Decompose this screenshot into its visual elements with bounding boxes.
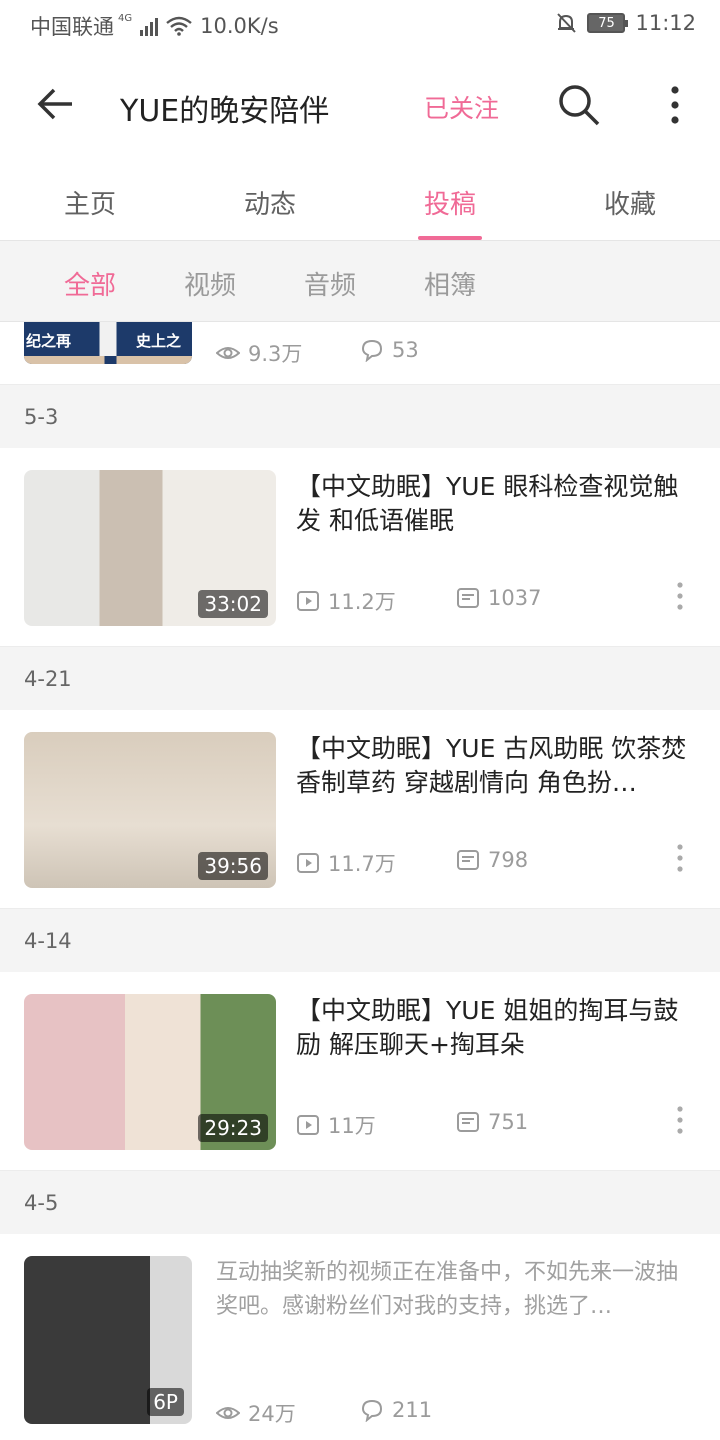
wifi-icon (166, 16, 192, 36)
mute-bell-icon (557, 13, 577, 33)
comment-icon (361, 1399, 383, 1422)
video-thumbnail[interactable]: 39:56 (24, 732, 276, 888)
view-count: 24万 (216, 1398, 296, 1428)
image-count-badge: 6P (147, 1388, 184, 1416)
video-title[interactable]: 【中文助眠】YUE 姐姐的掏耳与鼓励 解压聊天+掏耳朵 (296, 994, 696, 1062)
video-duration: 33:02 (198, 590, 268, 618)
danmaku-icon (457, 1112, 479, 1132)
danmaku-count: 751 (456, 1110, 528, 1134)
album-card[interactable]: 6P 互动抽奖新的视频正在准备中，不如先来一波抽奖吧。感谢粉丝们对我的支持，挑选… (0, 1234, 720, 1440)
filter-video[interactable]: 视频 (184, 265, 236, 302)
profile-tabs: 主页 动态 投稿 收藏 (0, 160, 720, 240)
album-description[interactable]: 互动抽奖新的视频正在准备中，不如先来一波抽奖吧。感谢粉丝们对我的支持，挑选了… (216, 1256, 686, 1324)
view-count: 9.3万 (216, 338, 302, 368)
more-options-icon[interactable] (668, 580, 692, 612)
video-duration: 29:23 (198, 1114, 268, 1142)
tab-home[interactable]: 主页 (30, 184, 150, 221)
danmaku-count: 798 (456, 848, 528, 872)
date-header: 4-14 (0, 908, 720, 972)
status-bar: 中国联通 4G 10.0K/s 75 11:12 (0, 0, 720, 52)
video-duration: 39:56 (198, 852, 268, 880)
play-count: 11.7万 (296, 848, 396, 878)
more-options-icon[interactable] (668, 842, 692, 874)
clock: 11:12 (635, 11, 696, 35)
tab-favorites[interactable]: 收藏 (570, 184, 690, 221)
more-options-icon[interactable] (668, 1104, 692, 1136)
search-icon[interactable] (556, 82, 602, 128)
more-vertical-icon[interactable] (660, 82, 690, 128)
network-speed: 10.0K/s (200, 14, 279, 38)
video-title[interactable]: 【中文助眠】YUE 眼科检查视觉触发 和低语催眠 (296, 470, 696, 538)
thumbnail-text: 史上之 (136, 332, 182, 350)
video-card[interactable]: 33:02 【中文助眠】YUE 眼科检查视觉触发 和低语催眠 11.2万 103… (0, 448, 720, 646)
danmaku-count: 1037 (456, 586, 541, 610)
network-type: 4G (118, 12, 133, 24)
video-thumbnail[interactable]: 33:02 (24, 470, 276, 626)
follow-button[interactable]: 已关注 (424, 89, 499, 125)
danmaku-icon (457, 850, 479, 870)
eye-icon (216, 347, 240, 359)
carrier-label: 中国联通 (30, 15, 114, 39)
date-header: 4-21 (0, 646, 720, 710)
play-icon (297, 591, 319, 611)
thumbnail-text: 纪之再 (26, 332, 72, 350)
album-thumbnail[interactable]: 纪之再 史上之 (24, 322, 192, 364)
comment-count: 211 (360, 1398, 432, 1422)
comment-icon (361, 339, 383, 362)
play-count: 11.2万 (296, 586, 396, 616)
video-title[interactable]: 【中文助眠】YUE 古风助眠 饮茶焚香制草药 穿越剧情向 角色扮… (296, 732, 696, 800)
filter-audio[interactable]: 音频 (304, 265, 356, 302)
video-thumbnail[interactable]: 29:23 (24, 994, 276, 1150)
date-header: 5-3 (0, 384, 720, 448)
play-count: 11万 (296, 1110, 376, 1140)
content-filter-bar: 全部 视频 音频 相簿 (0, 240, 720, 322)
date-header: 4-5 (0, 1170, 720, 1234)
top-app-bar: YUE的晚安陪伴 已关注 (0, 52, 720, 160)
album-thumbnail[interactable]: 6P (24, 1256, 192, 1424)
play-icon (297, 1115, 319, 1135)
video-card[interactable]: 29:23 【中文助眠】YUE 姐姐的掏耳与鼓励 解压聊天+掏耳朵 11万 75… (0, 972, 720, 1170)
tab-feed[interactable]: 动态 (210, 184, 330, 221)
comment-count: 53 (360, 338, 419, 362)
play-icon (297, 853, 319, 873)
video-card[interactable]: 39:56 【中文助眠】YUE 古风助眠 饮茶焚香制草药 穿越剧情向 角色扮… … (0, 710, 720, 908)
filter-all[interactable]: 全部 (64, 265, 116, 302)
eye-icon (216, 1407, 240, 1419)
page-title: YUE的晚安陪伴 (120, 94, 330, 129)
filter-album[interactable]: 相簿 (424, 265, 476, 302)
danmaku-icon (457, 588, 479, 608)
list-item[interactable]: 纪之再 史上之 9.3万 53 (0, 322, 720, 384)
uploads-list: 纪之再 史上之 9.3万 53 5-3 33:02 【中文助眠】YUE 眼科检查… (0, 322, 720, 1440)
back-arrow-icon[interactable] (34, 82, 78, 126)
signal-icon (140, 16, 159, 36)
battery-icon: 75 (587, 13, 629, 33)
tab-uploads[interactable]: 投稿 (390, 184, 510, 221)
